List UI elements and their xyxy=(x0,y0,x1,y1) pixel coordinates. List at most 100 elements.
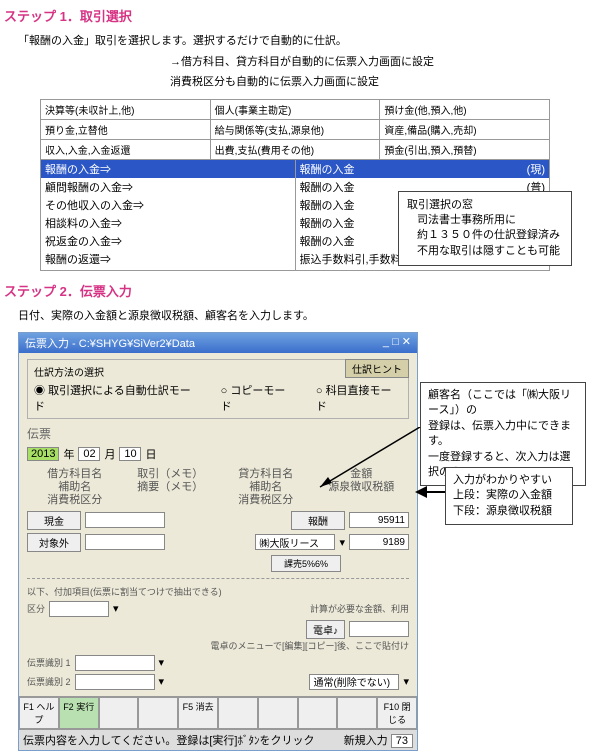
hdr-cell[interactable]: 給与関係等(支払,源泉他) xyxy=(211,120,381,139)
dropdown-icon[interactable]: ▾ xyxy=(339,536,345,549)
fkey[interactable] xyxy=(337,697,377,729)
amount-input[interactable] xyxy=(349,512,409,528)
list-item[interactable]: 相談料の入金⇒ xyxy=(41,214,295,232)
date-month[interactable]: 02 xyxy=(78,447,100,461)
hdr-cell[interactable]: 個人(事業主勘定) xyxy=(211,100,381,119)
radio-label: 科目直接モード xyxy=(316,385,392,413)
fkey[interactable] xyxy=(218,697,258,729)
tax-rate-button[interactable]: 課売5%6% xyxy=(271,555,341,572)
hint-button[interactable]: 仕訳ヒント xyxy=(345,359,409,378)
id1-input[interactable] xyxy=(75,655,155,671)
tax-class-button[interactable]: 対象外 xyxy=(27,533,81,552)
grid-header-row1: 決算等(未収計上,他) 個人(事業主勘定) 預け金(他,預入,他) xyxy=(41,100,549,120)
hdr: 摘要（メモ） xyxy=(137,481,203,493)
hdr: 消費税区分 xyxy=(238,494,293,506)
id2-label: 伝票識別 2 xyxy=(27,675,71,688)
item-r: (現) xyxy=(527,161,545,177)
list-item[interactable]: 祝返金の入金⇒ xyxy=(41,232,295,250)
item-l: 報酬の入金 xyxy=(300,236,355,248)
opt-label: 以下、付加項目(伝票に割当てつけで抽出できる) xyxy=(27,585,409,598)
hdr-cell[interactable]: 決算等(未収計上,他) xyxy=(41,100,211,119)
list-item[interactable]: 報酬の入金 (現) xyxy=(296,160,550,178)
hdr-cell[interactable]: 収入,入金,入金返還 xyxy=(41,140,211,159)
f2-run[interactable]: F2 実行 xyxy=(59,697,99,729)
step2-title: ステップ 2．伝票入力 xyxy=(0,275,590,306)
delete-flag-input[interactable] xyxy=(309,674,399,690)
date-day[interactable]: 10 xyxy=(119,447,141,461)
titlebar: 伝票入力 - C:¥SHYG¥SiVer2¥Data _ □ ✕ xyxy=(19,333,417,353)
annot-line: 入力がわかりやすい xyxy=(453,473,565,488)
customer-input[interactable] xyxy=(255,534,335,550)
note-line: 不用な取引は隠すことも可能 xyxy=(407,244,563,259)
radio-auto[interactable]: ◉ 取引選択による自動仕訳モード xyxy=(34,382,201,414)
step2-desc: 日付、実際の入金額と源泉徴収税額、顧客名を入力します。 xyxy=(0,306,590,327)
voucher-label: 伝票 xyxy=(27,425,409,442)
voucher-window: 伝票入力 - C:¥SHYG¥SiVer2¥Data _ □ ✕ 仕訳ヒント 仕… xyxy=(18,332,418,751)
hdr-cell[interactable]: 資産,備品(購入,売却) xyxy=(380,120,549,139)
hdr: 補助名 xyxy=(58,481,91,493)
annot-line: 顧客名（ここでは「㈱大阪リース」）の xyxy=(428,388,578,419)
memo-input[interactable] xyxy=(85,512,165,528)
dropdown-icon[interactable]: ▾ xyxy=(159,656,165,669)
hdr-cell[interactable]: 預り金,立替他 xyxy=(41,120,211,139)
hdr-cell[interactable]: 出費,支払(費用その他) xyxy=(211,140,381,159)
hdr-cell[interactable]: 預け金(他,預入,他) xyxy=(380,100,549,119)
id1-label: 伝票識別 1 xyxy=(27,656,71,669)
fkey[interactable] xyxy=(298,697,338,729)
fkey-bar: F1 ヘルプ F2 実行 F5 消去 F10 閉じる xyxy=(19,696,417,729)
item-l: 報酬の入金 xyxy=(300,200,355,212)
dropdown-icon[interactable]: ▾ xyxy=(159,675,165,688)
radio-copy[interactable]: ○ コピーモード xyxy=(221,382,296,414)
f1-help[interactable]: F1 ヘルプ xyxy=(19,697,59,729)
status-mode: 新規入力 xyxy=(344,735,388,747)
hdr-cell[interactable]: 預金(引出,預入,預替) xyxy=(380,140,549,159)
step1-arrow1: →借方科目、貸方科目が自動的に伝票入力画面に設定 xyxy=(0,52,590,73)
col-headers: 借方科目名補助名消費税区分 取引（メモ）摘要（メモ） 貸方科目名補助名消費税区分… xyxy=(27,468,409,508)
step1-title: ステップ 1．取引選択 xyxy=(0,0,590,31)
list-item[interactable]: 報酬の入金⇒ xyxy=(41,160,295,178)
date-dlabel: 日 xyxy=(145,446,156,462)
id2-input[interactable] xyxy=(75,674,155,690)
calc-button[interactable]: 電卓♪ xyxy=(306,620,345,639)
fkey[interactable] xyxy=(99,697,139,729)
hdr: 金額 xyxy=(350,468,372,480)
left-list[interactable]: 報酬の入金⇒ 顧問報酬の入金⇒ その他収入の入金⇒ 相談料の入金⇒ 祝返金の入金… xyxy=(41,160,296,270)
paste-note: 電卓のメニューで[編集][コピー]後、ここで貼付け xyxy=(27,639,409,652)
f5-clear[interactable]: F5 消去 xyxy=(178,697,218,729)
annot-line: 登録は、伝票入力中にできます。 xyxy=(428,419,578,450)
item-l: 報酬の入金 xyxy=(300,218,355,230)
memo2-input[interactable] xyxy=(85,534,165,550)
credit-account-button[interactable]: 報酬 xyxy=(291,511,345,530)
dropdown-icon[interactable]: ▾ xyxy=(113,602,119,615)
hdr: 源泉徴収税額 xyxy=(328,481,394,493)
list-item[interactable]: 顧問報酬の返還⇒ xyxy=(41,268,295,270)
radio-label: コピーモード xyxy=(221,385,286,413)
step1-desc: 「報酬の入金」取引を選択します。選択するだけで自動的に仕訳。 xyxy=(0,31,590,52)
hdr: 補助名 xyxy=(249,481,282,493)
withholding-input[interactable] xyxy=(349,534,409,550)
kubun-input[interactable] xyxy=(49,601,109,617)
window-controls[interactable]: _ □ ✕ xyxy=(383,335,411,351)
status-msg: 伝票内容を入力してください。登録は[実行]ﾎﾞﾀﾝをクリック xyxy=(23,732,314,748)
debit-account-button[interactable]: 現金 xyxy=(27,511,81,530)
hdr: 消費税区分 xyxy=(47,494,102,506)
list-item[interactable]: 報酬の返還⇒ xyxy=(41,250,295,268)
item-l: 報酬の入金 xyxy=(300,164,355,176)
radio-label: 取引選択による自動仕訳モード xyxy=(34,385,191,413)
f10-close[interactable]: F10 閉じる xyxy=(377,697,417,729)
fkey[interactable] xyxy=(258,697,298,729)
hdr: 貸方科目名 xyxy=(238,468,293,480)
step1-arrow2: 消費税区分も自動的に伝票入力画面に設定 xyxy=(0,72,590,93)
note-line: 司法書士事務所用に xyxy=(407,213,563,228)
date-row: 2013 年 02 月 10 日 xyxy=(27,446,409,462)
calc-label: 計算が必要な金額、利用 xyxy=(310,602,409,615)
status-bar: 伝票内容を入力してください。登録は[実行]ﾎﾞﾀﾝをクリック 新規入力 73 xyxy=(19,729,417,750)
date-year[interactable]: 2013 xyxy=(27,447,59,461)
dropdown-icon[interactable]: ▾ xyxy=(403,675,409,688)
radio-direct[interactable]: ○ 科目直接モード xyxy=(316,382,402,414)
list-item[interactable]: 顧問報酬の入金⇒ xyxy=(41,178,295,196)
calc-input[interactable] xyxy=(349,621,409,637)
fkey[interactable] xyxy=(138,697,178,729)
hdr: 取引（メモ） xyxy=(137,468,203,480)
list-item[interactable]: その他収入の入金⇒ xyxy=(41,196,295,214)
